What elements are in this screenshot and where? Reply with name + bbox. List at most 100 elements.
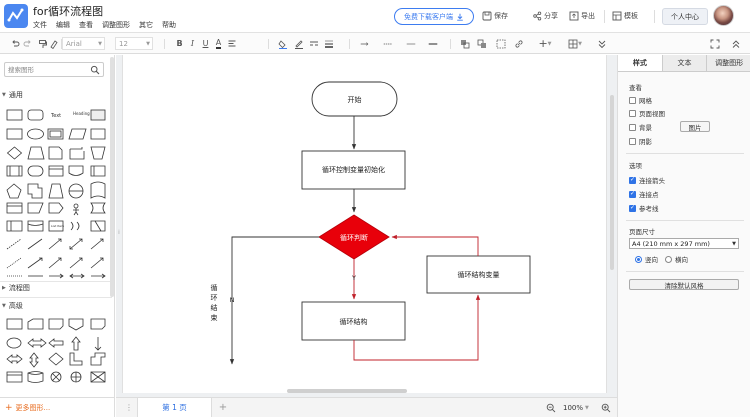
advanced-shapes-grid[interactable]: [5, 315, 109, 395]
background-image-button[interactable]: 图片: [680, 121, 710, 132]
portrait-radio[interactable]: 竖向: [635, 254, 658, 264]
export-button[interactable]: 导出: [569, 9, 595, 23]
menu-help[interactable]: 帮助: [162, 20, 176, 30]
zoom-in-icon[interactable]: [600, 401, 612, 414]
section-general-label: 通用: [8, 91, 23, 99]
add-page-icon[interactable]: +: [217, 401, 229, 414]
save-button[interactable]: 保存: [482, 9, 508, 23]
link-icon[interactable]: [513, 37, 525, 50]
reset-default-style-button[interactable]: 清除默认风格: [629, 279, 739, 290]
page-view-checkbox[interactable]: 页面视图: [629, 108, 665, 118]
shape-library-panel: ▼通用 Text Heading: [0, 55, 115, 417]
more-icon[interactable]: [596, 37, 608, 50]
edge-update-to-decision[interactable]: [391, 234, 479, 256]
menu-file[interactable]: 文件: [33, 20, 47, 30]
toolbar-separator: [268, 39, 269, 49]
download-client-button[interactable]: 免费下载客户端: [394, 8, 474, 25]
menu-other[interactable]: 其它: [139, 20, 153, 30]
shadow-label: 阴影: [639, 138, 652, 146]
table-icon[interactable]: ▼: [567, 37, 583, 50]
menu-edit[interactable]: 编辑: [56, 20, 70, 30]
radio-dot: [635, 255, 642, 263]
connection-arrows-label: 连接箭头: [639, 177, 665, 185]
download-icon: [457, 13, 463, 21]
line-style-icon[interactable]: [308, 37, 320, 50]
page-tab-1[interactable]: 第 1 页: [137, 398, 212, 417]
app-logo: [4, 4, 28, 28]
more-shapes-label: 更多图形...: [15, 403, 51, 412]
send-back-icon[interactable]: [476, 37, 488, 50]
general-shapes-grid[interactable]: Text Heading List Item: [5, 104, 109, 280]
tab-arrange[interactable]: 调整图形: [707, 55, 750, 71]
canvas-vertical-scrollbar[interactable]: [610, 95, 614, 270]
group-icon[interactable]: [495, 37, 507, 50]
connector-icon[interactable]: [357, 37, 373, 50]
section-general[interactable]: ▼ 通用: [0, 89, 112, 101]
toolbar-separator: [164, 39, 165, 49]
zoom-value: 100%: [563, 403, 584, 412]
share-button[interactable]: 分享: [532, 9, 558, 23]
section-advanced[interactable]: ▼ 高级: [0, 300, 112, 312]
tab-text[interactable]: 文本: [662, 55, 708, 71]
section-divider: [626, 153, 744, 154]
loop-end-char: 循: [210, 284, 218, 292]
font-size-value: 12: [119, 39, 128, 48]
line-color-icon[interactable]: [293, 37, 305, 50]
shadow-checkbox[interactable]: 阴影: [629, 136, 652, 146]
edge-decision-no[interactable]: [229, 236, 319, 365]
section-flowchart[interactable]: ▶ 流程图: [0, 282, 112, 294]
line-width-icon[interactable]: [323, 37, 335, 50]
tab-style[interactable]: 样式: [618, 55, 663, 71]
redo-icon[interactable]: [22, 37, 34, 50]
left-panel-scrollbar[interactable]: [110, 57, 114, 297]
arrow-start-icon[interactable]: [380, 37, 396, 50]
svg-text:Text: Text: [50, 113, 61, 119]
align-icon[interactable]: [226, 37, 238, 50]
more-shapes-button[interactable]: + 更多图形...: [0, 397, 114, 417]
bold-icon[interactable]: B: [174, 37, 185, 50]
font-family-select[interactable]: Arial ▼: [62, 37, 105, 50]
collapse-icon[interactable]: [730, 37, 742, 50]
fullscreen-icon[interactable]: [709, 37, 721, 50]
chevron-down-icon: ▼: [2, 92, 6, 98]
canvas-horizontal-scrollbar[interactable]: [287, 389, 407, 393]
checkbox-box: [629, 137, 636, 145]
more-pages-icon[interactable]: ⋮: [124, 401, 134, 414]
document-title[interactable]: for循环流程图: [33, 3, 103, 19]
loop-end-label: 循 环 结 束: [209, 283, 219, 323]
fill-color-icon[interactable]: [277, 37, 289, 50]
download-client-label: 免费下载客户端: [404, 12, 453, 21]
user-center-button[interactable]: 个人中心: [662, 8, 708, 25]
section-divider: [0, 297, 112, 298]
italic-icon[interactable]: I: [187, 37, 198, 50]
undo-icon[interactable]: [9, 37, 21, 50]
clear-format-icon[interactable]: [48, 37, 60, 50]
template-button[interactable]: 模板: [612, 9, 638, 23]
diagram-page[interactable]: 开始 循环控制变量初始化 循环判断 循环结构 循环结构变量 Y N 循 环 结 …: [122, 55, 607, 393]
connection-points-label: 连接点: [639, 191, 659, 199]
guides-checkbox[interactable]: ✓ 参考线: [629, 203, 659, 213]
connection-points-checkbox[interactable]: ✓ 连接点: [629, 189, 659, 199]
insert-icon[interactable]: + ▼: [537, 37, 553, 50]
menu-arrange[interactable]: 调整图形: [102, 20, 130, 30]
user-avatar[interactable]: [713, 5, 734, 26]
font-size-select[interactable]: 12 ▼: [115, 37, 153, 50]
background-label: 背景: [639, 124, 652, 132]
zoom-out-icon[interactable]: [545, 401, 557, 414]
arrow-end-icon[interactable]: [403, 37, 419, 50]
underline-icon[interactable]: U: [200, 37, 211, 50]
search-icon[interactable]: [90, 65, 100, 75]
connection-arrows-checkbox[interactable]: ✓ 连接箭头: [629, 175, 665, 185]
page-size-select[interactable]: A4 (210 mm x 297 mm) ▼: [629, 238, 739, 249]
menu-view[interactable]: 查看: [79, 20, 93, 30]
grid-checkbox[interactable]: 网格: [629, 95, 652, 105]
bring-front-icon[interactable]: [459, 37, 471, 50]
shape-search-input[interactable]: [8, 65, 88, 75]
chevron-right-icon: ▶: [2, 285, 6, 291]
landscape-radio[interactable]: 横向: [665, 254, 688, 264]
font-color-icon[interactable]: A: [213, 37, 224, 50]
opacity-icon[interactable]: [425, 37, 441, 50]
check-icon: ✓: [629, 190, 636, 198]
zoom-select[interactable]: 100% ▼: [563, 401, 589, 414]
background-checkbox[interactable]: 背景: [629, 122, 652, 132]
